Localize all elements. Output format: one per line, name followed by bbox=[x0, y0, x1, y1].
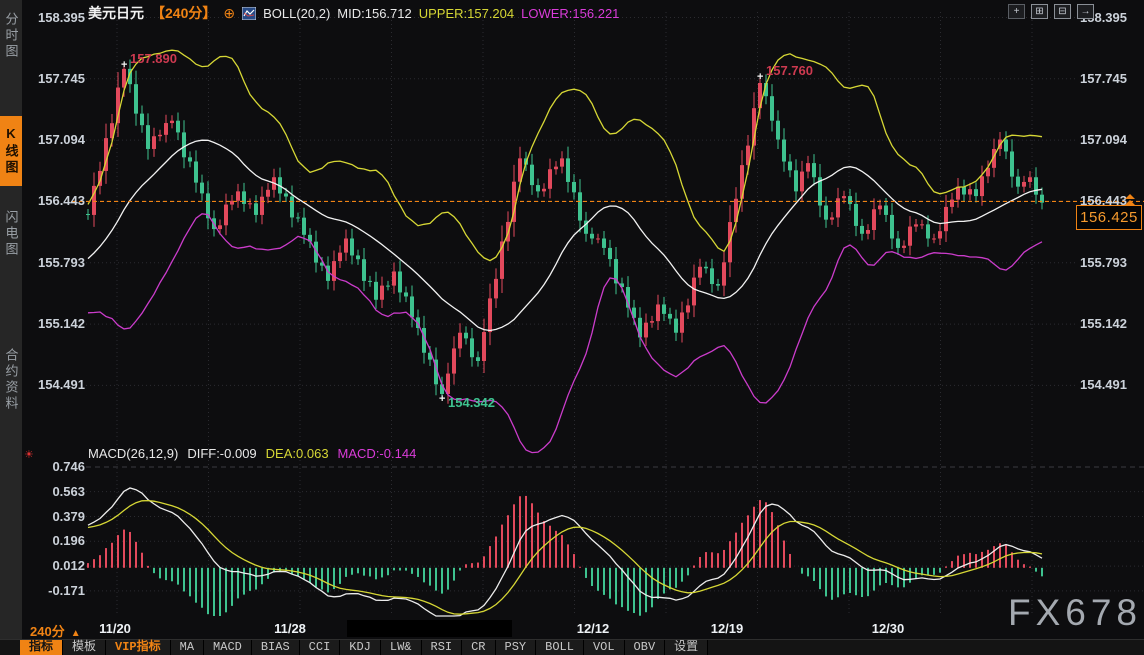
sidebar-item-time-chart[interactable]: 分时图 bbox=[0, 3, 22, 69]
boll-label: BOLL(20,2) bbox=[263, 6, 330, 21]
sidebar: 分时图 K线图闪电图合约资料 bbox=[0, 0, 22, 640]
sidebar-item-contract-info[interactable]: 合约资料 bbox=[0, 329, 22, 430]
period-footer-label: 240分 bbox=[30, 624, 65, 639]
symbol-title: 美元日元 bbox=[88, 3, 144, 23]
macd-tick-label: 0.563 bbox=[24, 485, 85, 499]
macd-tick-label: 0.379 bbox=[24, 510, 85, 524]
price-tick-label: 154.491 bbox=[24, 378, 85, 392]
topbar: 美元日元 【240分】 ⊕ BOLL(20,2) MID:156.712 UPP… bbox=[88, 3, 619, 23]
boll-lower-readout: LOWER:156.221 bbox=[521, 6, 619, 21]
period-up-arrow-icon: ▲ bbox=[71, 628, 81, 639]
price-tick-label: 155.142 bbox=[24, 317, 85, 331]
chart-thumb-icon bbox=[242, 7, 256, 20]
marked-high-1-marker-icon: + bbox=[121, 61, 127, 69]
macd-tick-label: 0.196 bbox=[24, 534, 85, 548]
trading-app: 分时图 K线图闪电图合约资料 美元日元 【240分】 ⊕ BOLL(20,2) M… bbox=[0, 0, 1144, 655]
price-tick-label: 155.142 bbox=[1080, 317, 1127, 331]
sidebar-item-flash-chart[interactable]: 闪电图 bbox=[0, 199, 22, 268]
zoom-in-icon[interactable]: ⊞ bbox=[1031, 4, 1048, 19]
period-badge[interactable]: 【240分】 bbox=[151, 3, 216, 23]
price-tick-label: 157.094 bbox=[24, 133, 85, 147]
price-tick-label: 157.745 bbox=[24, 72, 85, 86]
last-price-value: 156.425 bbox=[1080, 209, 1138, 226]
price-tick-label: 156.443 bbox=[24, 194, 85, 208]
marked-high-2-marker-icon: + bbox=[757, 73, 763, 81]
period-footer[interactable]: 240分 ▲ bbox=[30, 621, 81, 640]
boll-upper-readout: UPPER:157.204 bbox=[419, 6, 514, 21]
indicator-tabbar: 指标模板VIP指标MAMACDBIASCCIKDJLW&RSICRPSYBOLL… bbox=[0, 639, 1144, 655]
tab-cci[interactable]: CCI bbox=[300, 640, 341, 655]
price-tick-label: 157.094 bbox=[1080, 133, 1127, 147]
macd-tick-label: -0.171 bbox=[24, 584, 85, 598]
tab-vip[interactable]: VIP指标 bbox=[106, 640, 171, 655]
price-alert-icon[interactable] bbox=[1124, 194, 1136, 205]
macd-tick-label: 0.012 bbox=[24, 559, 85, 573]
tab-ma[interactable]: MA bbox=[171, 640, 204, 655]
redaction-box bbox=[347, 620, 512, 637]
tab-psy[interactable]: PSY bbox=[496, 640, 537, 655]
date-axis: 240分 ▲ 11/20 11/28 12/12 12/19 12/30 bbox=[0, 618, 1144, 640]
macd-diff-readout: DIFF:-0.009 bbox=[187, 446, 256, 461]
tab-rsi[interactable]: RSI bbox=[422, 640, 463, 655]
indicator-alert-icon[interactable]: ☀ bbox=[24, 448, 34, 461]
tab-[interactable]: 设置 bbox=[665, 640, 708, 655]
tab-vol[interactable]: VOL bbox=[584, 640, 625, 655]
chart-canvas[interactable] bbox=[0, 0, 1144, 655]
macd-dea-readout: DEA:0.063 bbox=[266, 446, 329, 461]
tab-bias[interactable]: BIAS bbox=[252, 640, 300, 655]
zoom-out-icon[interactable]: ⊟ bbox=[1054, 4, 1071, 19]
tab-cr[interactable]: CR bbox=[462, 640, 495, 655]
date-label: 12/12 bbox=[577, 621, 610, 636]
date-label: 11/20 bbox=[99, 621, 131, 636]
exit-chart-icon[interactable]: → bbox=[1077, 4, 1094, 19]
macd-macd-readout: MACD:-0.144 bbox=[338, 446, 417, 461]
date-label: 11/28 bbox=[274, 621, 306, 636]
tab-boll[interactable]: BOLL bbox=[536, 640, 584, 655]
price-tick-label: 155.793 bbox=[24, 256, 85, 270]
sidebar-item-kline-chart[interactable]: K线图 bbox=[0, 116, 22, 186]
marked-high-1-label: 157.890 bbox=[130, 51, 177, 66]
marked-low-marker-icon: + bbox=[439, 395, 445, 403]
add-circle-icon[interactable]: ⊕ bbox=[223, 5, 235, 22]
price-tick-label: 155.793 bbox=[1080, 256, 1127, 270]
tab-macd[interactable]: MACD bbox=[204, 640, 252, 655]
tab-[interactable]: 模板 bbox=[63, 640, 106, 655]
price-tick-label: 158.395 bbox=[24, 11, 85, 25]
chart-toolbar: + ⊞ ⊟ → bbox=[1008, 4, 1094, 19]
marked-high-2-label: 157.760 bbox=[766, 63, 813, 78]
boll-mid-readout: MID:156.712 bbox=[337, 6, 411, 21]
macd-header: ☀ MACD(26,12,9) DIFF:-0.009 DEA:0.063 MA… bbox=[88, 446, 416, 461]
price-tick-label: 157.745 bbox=[1080, 72, 1127, 86]
date-label: 12/30 bbox=[872, 621, 905, 636]
tab-obv[interactable]: OBV bbox=[625, 640, 666, 655]
tab-[interactable]: 指标 bbox=[20, 640, 63, 655]
tab-kdj[interactable]: KDJ bbox=[340, 640, 381, 655]
price-tick-label: 154.491 bbox=[1080, 378, 1127, 392]
tab-lw[interactable]: LW& bbox=[381, 640, 422, 655]
macd-tick-label: 0.746 bbox=[24, 460, 85, 474]
marked-low-label: 154.342 bbox=[448, 395, 495, 410]
pan-icon[interactable]: + bbox=[1008, 4, 1025, 19]
last-price-box: 156.425 bbox=[1076, 205, 1142, 230]
date-label: 12/19 bbox=[711, 621, 744, 636]
macd-formula: MACD(26,12,9) bbox=[88, 446, 178, 461]
